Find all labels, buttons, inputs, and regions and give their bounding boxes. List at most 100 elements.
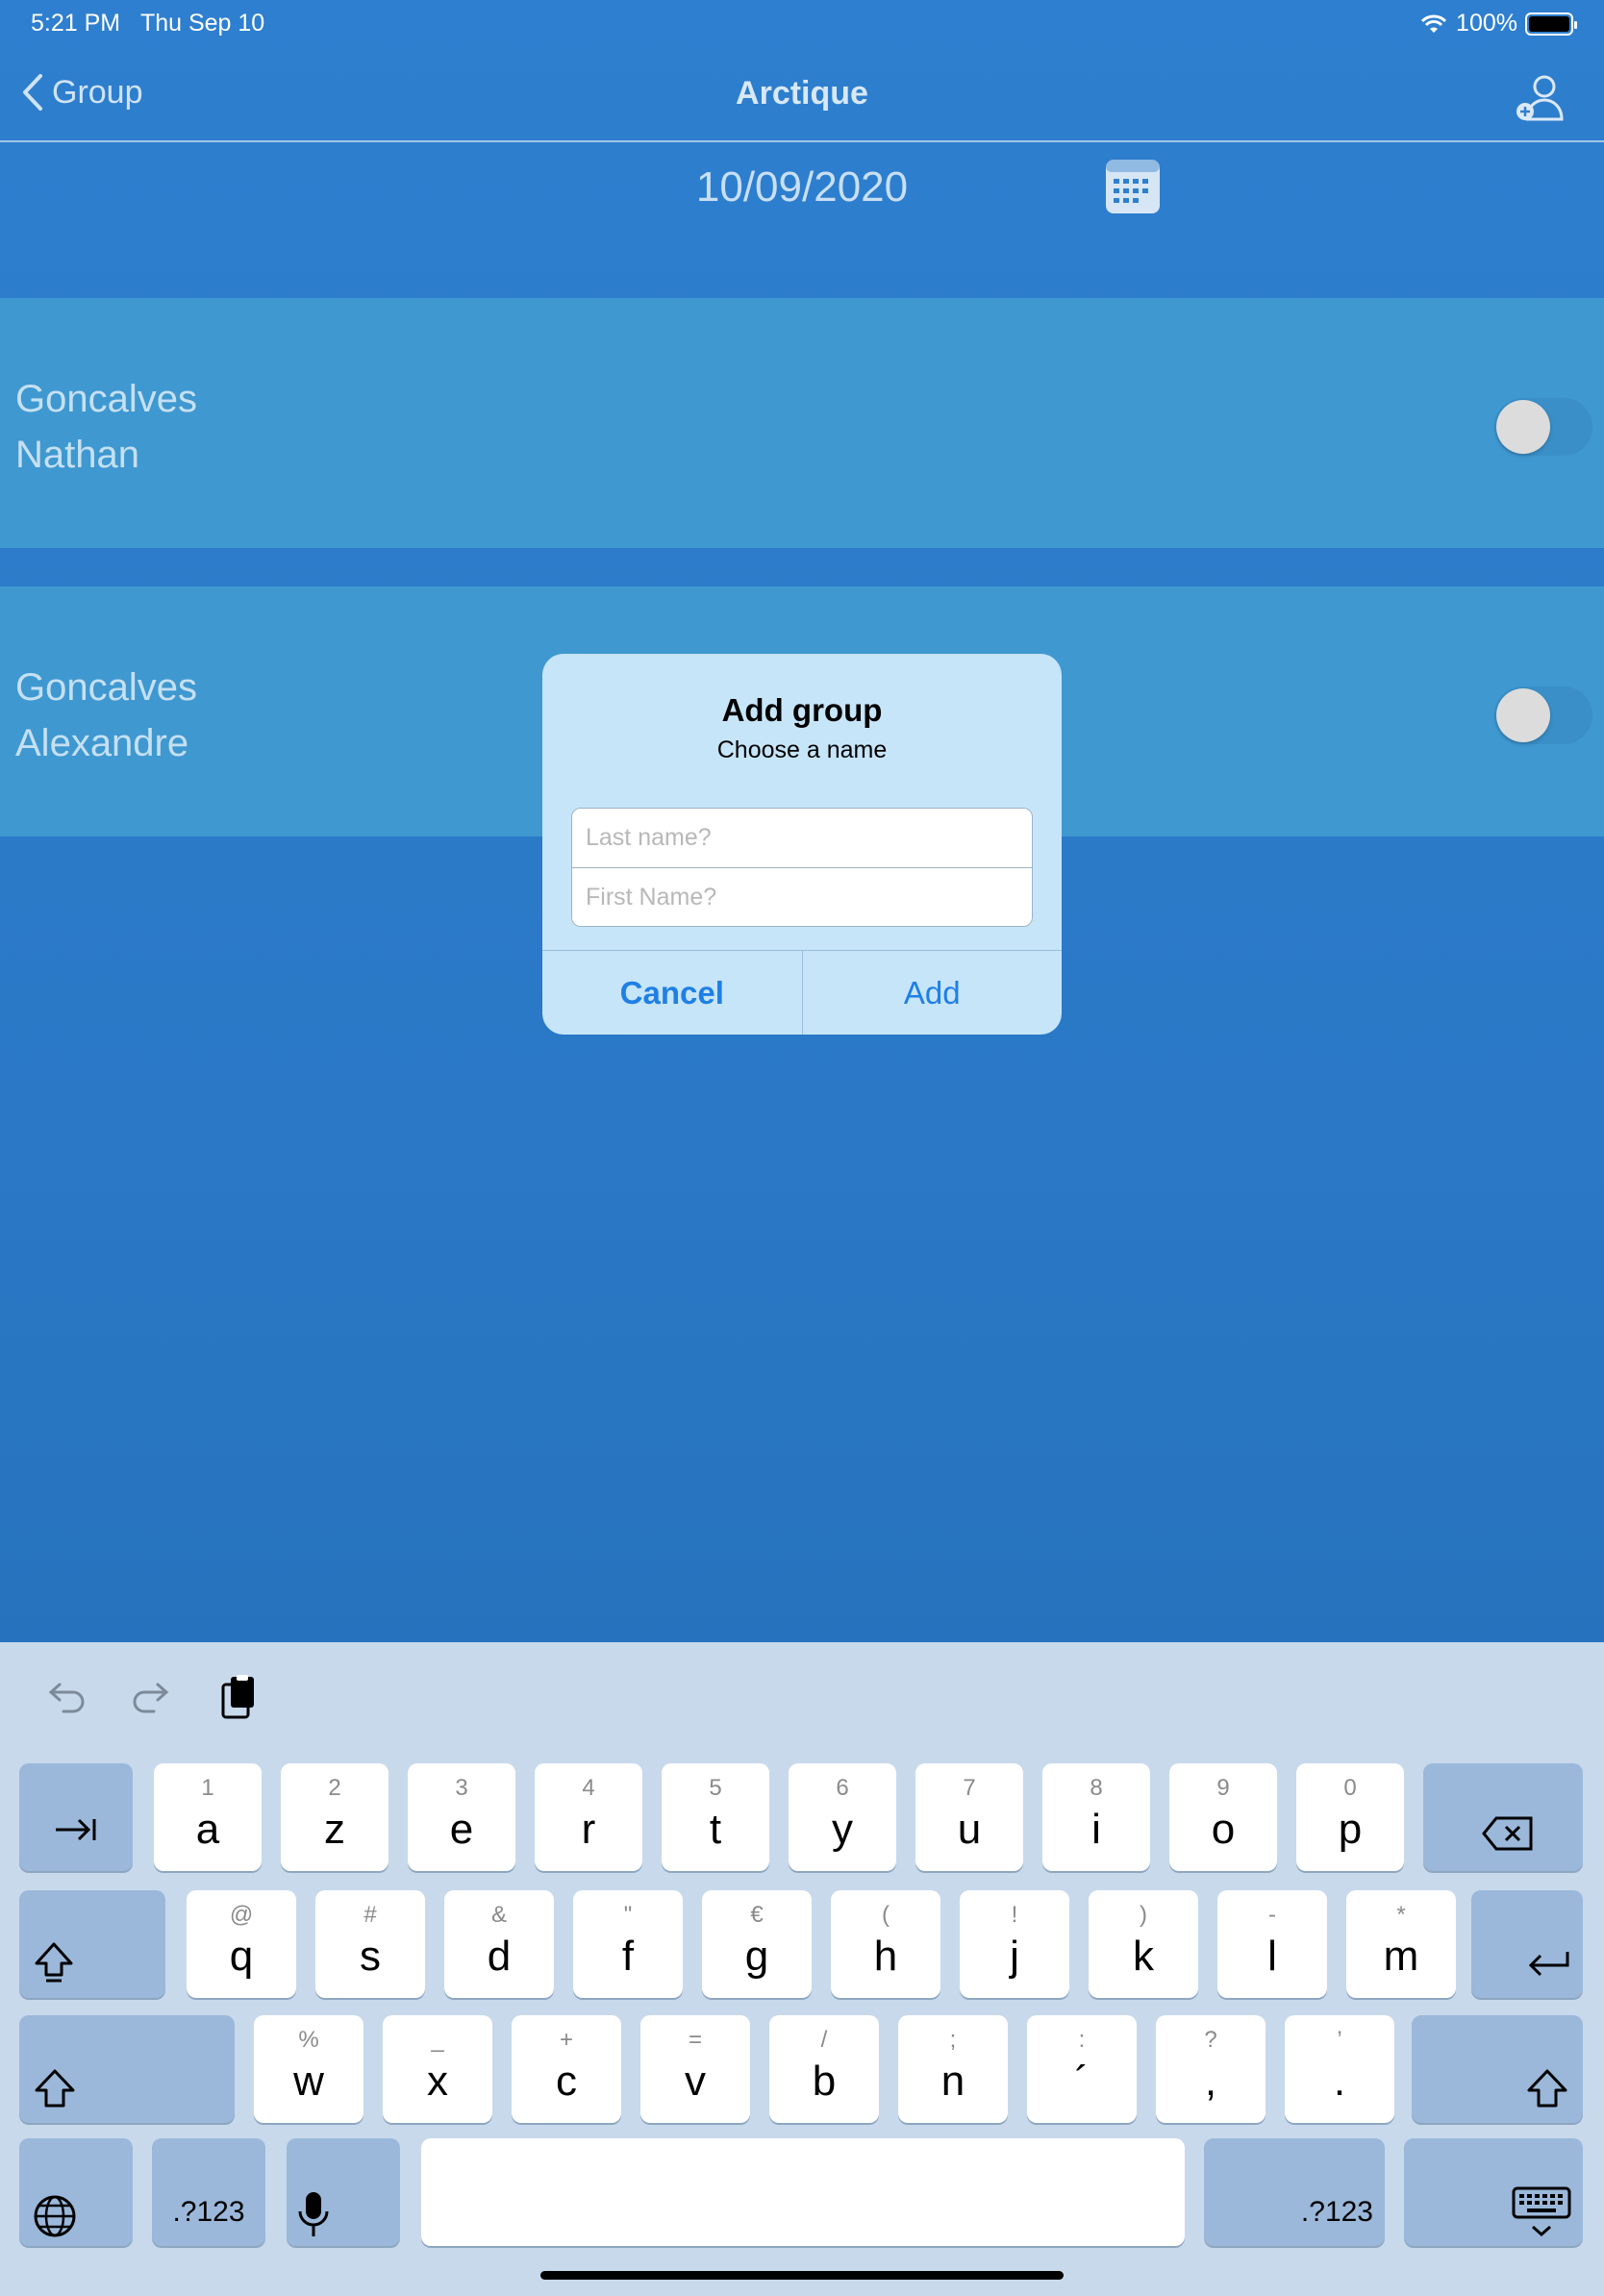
add-person-icon: [1516, 75, 1564, 121]
space-key[interactable]: [421, 2138, 1185, 2246]
key-g[interactable]: € g: [702, 1890, 812, 1998]
list-item: Goncalves Nathan: [0, 298, 1604, 548]
key-´[interactable]: : ´: [1027, 2015, 1137, 2123]
dialog-title: Add group: [721, 692, 883, 728]
redo-button[interactable]: [125, 1671, 179, 1725]
shift-key-left[interactable]: [19, 2015, 235, 2123]
dictation-key[interactable]: [287, 2138, 400, 2246]
key-y[interactable]: 6y: [789, 1763, 896, 1871]
calendar-button[interactable]: [1104, 158, 1162, 215]
key-a[interactable]: 1a: [154, 1763, 262, 1871]
person-name: Goncalves Alexandre: [15, 660, 197, 771]
globe-key[interactable]: [19, 2138, 133, 2246]
key-secondary-label: !: [1011, 1902, 1018, 1928]
key-label: k: [1133, 1933, 1154, 1980]
key-secondary-label: +: [559, 2027, 573, 2053]
cancel-button[interactable]: Cancel: [542, 951, 803, 1035]
undo-button[interactable]: [38, 1671, 92, 1725]
first-name-field[interactable]: [572, 868, 1032, 926]
key-secondary-label: =: [688, 2027, 702, 2053]
battery-icon: [1525, 12, 1577, 36]
key-secondary-label: #: [363, 1902, 377, 1928]
key-label: a: [195, 1806, 220, 1853]
key-secondary-label: _: [431, 2027, 444, 2053]
key-,[interactable]: ?,: [1156, 2015, 1266, 2123]
battery-percent: 100%: [1456, 10, 1517, 37]
key-h[interactable]: (h: [831, 1890, 940, 1998]
key-t[interactable]: 5t: [662, 1763, 769, 1871]
key-d[interactable]: & d: [444, 1890, 554, 1998]
key-secondary-label: &: [490, 1902, 507, 1928]
key-label: d: [487, 1933, 512, 1980]
key-secondary-label: *: [1396, 1902, 1406, 1928]
key-label: q: [229, 1933, 254, 1980]
key-secondary-label: €: [750, 1902, 764, 1928]
key-secondary-label: 9: [1216, 1775, 1230, 1801]
key-label: b: [812, 2058, 837, 2105]
key-r[interactable]: 4r: [535, 1763, 642, 1871]
caps-lock-key[interactable]: [19, 1890, 165, 1998]
key-secondary-label: @: [229, 1902, 254, 1928]
key-.[interactable]: ’.: [1285, 2015, 1394, 2123]
key-label: n: [940, 2058, 965, 2105]
key-label: ´: [1074, 2058, 1090, 2105]
add-person-button[interactable]: [1514, 73, 1567, 123]
numbers-key-left[interactable]: .?123: [152, 2138, 265, 2246]
status-bar: 5:21 PM Thu Sep 10 100%: [0, 0, 1604, 44]
numbers-key-right[interactable]: .?123: [1204, 2138, 1385, 2246]
person-last-name: Goncalves: [15, 378, 197, 420]
key-label: x: [427, 2058, 448, 2105]
presence-toggle[interactable]: [1494, 398, 1592, 456]
key-secondary-label: (: [882, 1902, 890, 1928]
key-s[interactable]: # s: [315, 1890, 425, 1998]
key-l[interactable]: -l: [1217, 1890, 1327, 1998]
key-secondary-label: -: [1268, 1902, 1276, 1928]
key-label: t: [709, 1806, 722, 1853]
key-secondary-label: 7: [963, 1775, 976, 1801]
key-label: r: [581, 1806, 596, 1853]
key-label: w: [293, 2058, 324, 2105]
status-indicators: 100%: [1419, 10, 1577, 37]
key-secondary-label: ?: [1204, 2027, 1217, 2053]
add-button[interactable]: Add: [803, 951, 1063, 1035]
toggle-knob: [1496, 400, 1550, 454]
key-w[interactable]: % w: [254, 2015, 363, 2123]
key-i[interactable]: 8i: [1042, 1763, 1150, 1871]
last-name-field[interactable]: [572, 809, 1032, 867]
key-label: c: [556, 2058, 577, 2105]
key-v[interactable]: = v: [640, 2015, 750, 2123]
dismiss-keyboard-key[interactable]: [1404, 2138, 1583, 2246]
key-q[interactable]: @ q: [187, 1890, 296, 1998]
key-p[interactable]: 0p: [1296, 1763, 1404, 1871]
key-k[interactable]: ) k: [1089, 1890, 1198, 1998]
delete-key[interactable]: [1423, 1763, 1583, 1871]
key-z[interactable]: 2z: [281, 1763, 388, 1871]
key-label: p: [1338, 1806, 1363, 1853]
clipboard-icon: [221, 1675, 254, 1719]
key-label: u: [957, 1806, 982, 1853]
key-secondary-label: ’: [1337, 2027, 1342, 2053]
key-x[interactable]: _ x: [383, 2015, 492, 2123]
key-o[interactable]: 9o: [1169, 1763, 1277, 1871]
add-group-dialog: Add group Choose a name Cancel Add: [542, 654, 1062, 1035]
presence-toggle[interactable]: [1494, 686, 1592, 744]
key-label: .?123: [172, 2196, 245, 2228]
shift-key-right[interactable]: [1412, 2015, 1583, 2123]
key-label: .?123: [1300, 2196, 1373, 2228]
key-m[interactable]: * m: [1346, 1890, 1456, 1998]
person-name: Goncalves Nathan: [15, 371, 197, 483]
key-u[interactable]: 7u: [915, 1763, 1023, 1871]
key-secondary-label: %: [298, 2027, 319, 2053]
calendar-icon: [1106, 160, 1160, 213]
key-label: ,: [1204, 2058, 1217, 2105]
key-f[interactable]: " f: [573, 1890, 683, 1998]
key-c[interactable]: + c: [512, 2015, 621, 2123]
paste-button[interactable]: [213, 1671, 267, 1725]
tab-key[interactable]: [19, 1763, 133, 1871]
key-secondary-label: 8: [1090, 1775, 1103, 1801]
key-n[interactable]: ; n: [898, 2015, 1008, 2123]
key-e[interactable]: 3e: [408, 1763, 515, 1871]
return-key[interactable]: [1471, 1890, 1583, 1998]
key-j[interactable]: ! j: [960, 1890, 1069, 1998]
key-b[interactable]: / b: [769, 2015, 879, 2123]
